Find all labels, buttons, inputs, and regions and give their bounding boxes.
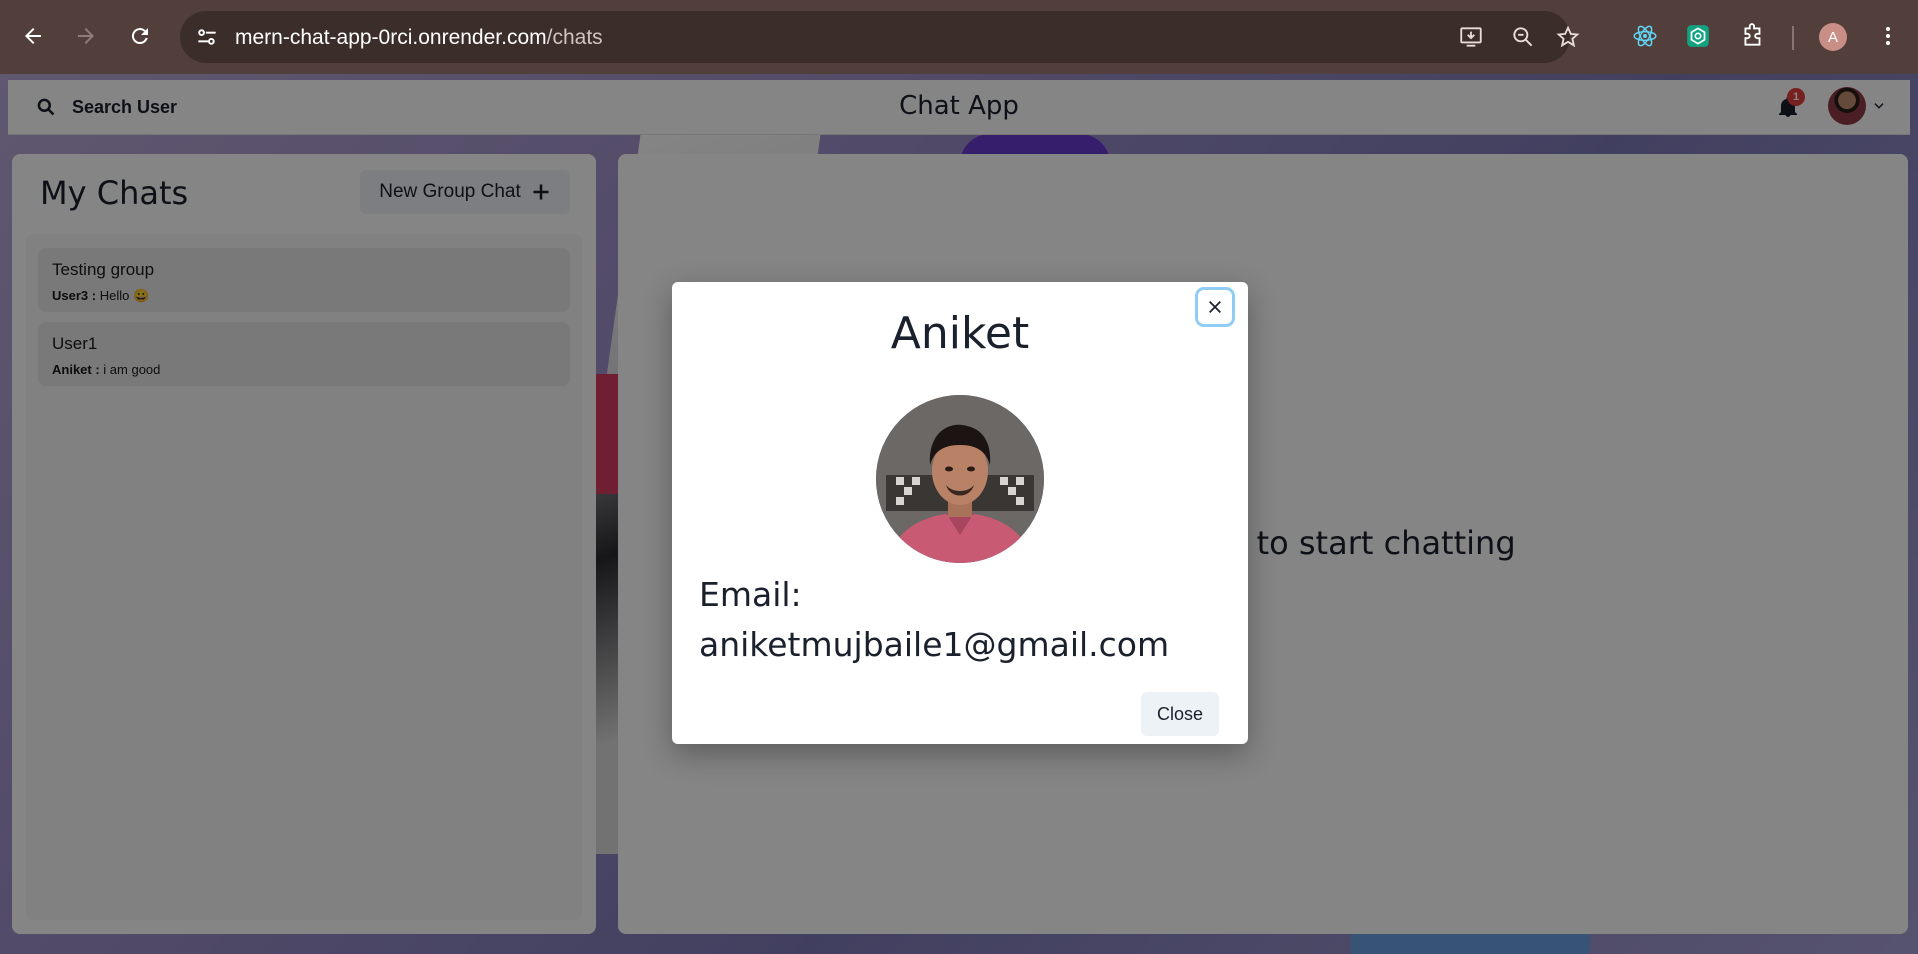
forward-button[interactable] bbox=[68, 18, 104, 54]
profile-picture bbox=[876, 395, 1044, 563]
back-button[interactable] bbox=[15, 18, 51, 54]
more-vert-icon[interactable] bbox=[1870, 18, 1906, 54]
address-bar[interactable]: mern-chat-app-0rci.onrender.com/chats bbox=[180, 11, 1580, 63]
bookmark-star-icon[interactable] bbox=[1555, 24, 1581, 55]
profile-email: Email: aniketmujbaile1@gmail.com bbox=[699, 570, 1169, 670]
email-label: Email: bbox=[699, 575, 802, 614]
arrow-right-icon bbox=[78, 28, 94, 44]
browser-toolbar: mern-chat-app-0rci.onrender.com/chats A bbox=[0, 0, 1918, 74]
close-icon bbox=[1209, 301, 1221, 313]
reload-button[interactable] bbox=[122, 18, 158, 54]
site-settings-icon[interactable] bbox=[194, 24, 220, 55]
extensions-puzzle-icon[interactable] bbox=[1735, 18, 1771, 54]
zoom-icon[interactable] bbox=[1510, 24, 1536, 55]
email-value: aniketmujbaile1@gmail.com bbox=[699, 625, 1170, 664]
extension-hex-icon[interactable] bbox=[1680, 18, 1716, 54]
close-button[interactable]: Close bbox=[1141, 692, 1219, 736]
react-devtools-icon[interactable] bbox=[1627, 18, 1663, 54]
modal-close-button[interactable] bbox=[1198, 290, 1232, 324]
reload-icon bbox=[131, 28, 148, 45]
install-app-icon[interactable] bbox=[1458, 24, 1484, 55]
modal-title: Aniket bbox=[890, 308, 1030, 359]
profile-modal: Aniket Email: aniketmujbaile1@gmail.com … bbox=[672, 282, 1248, 744]
url-text: mern-chat-app-0rci.onrender.com/chats bbox=[235, 26, 603, 49]
browser-profile-avatar[interactable]: A bbox=[1819, 23, 1847, 51]
toolbar-divider bbox=[1792, 26, 1794, 50]
arrow-left-icon bbox=[25, 28, 41, 44]
